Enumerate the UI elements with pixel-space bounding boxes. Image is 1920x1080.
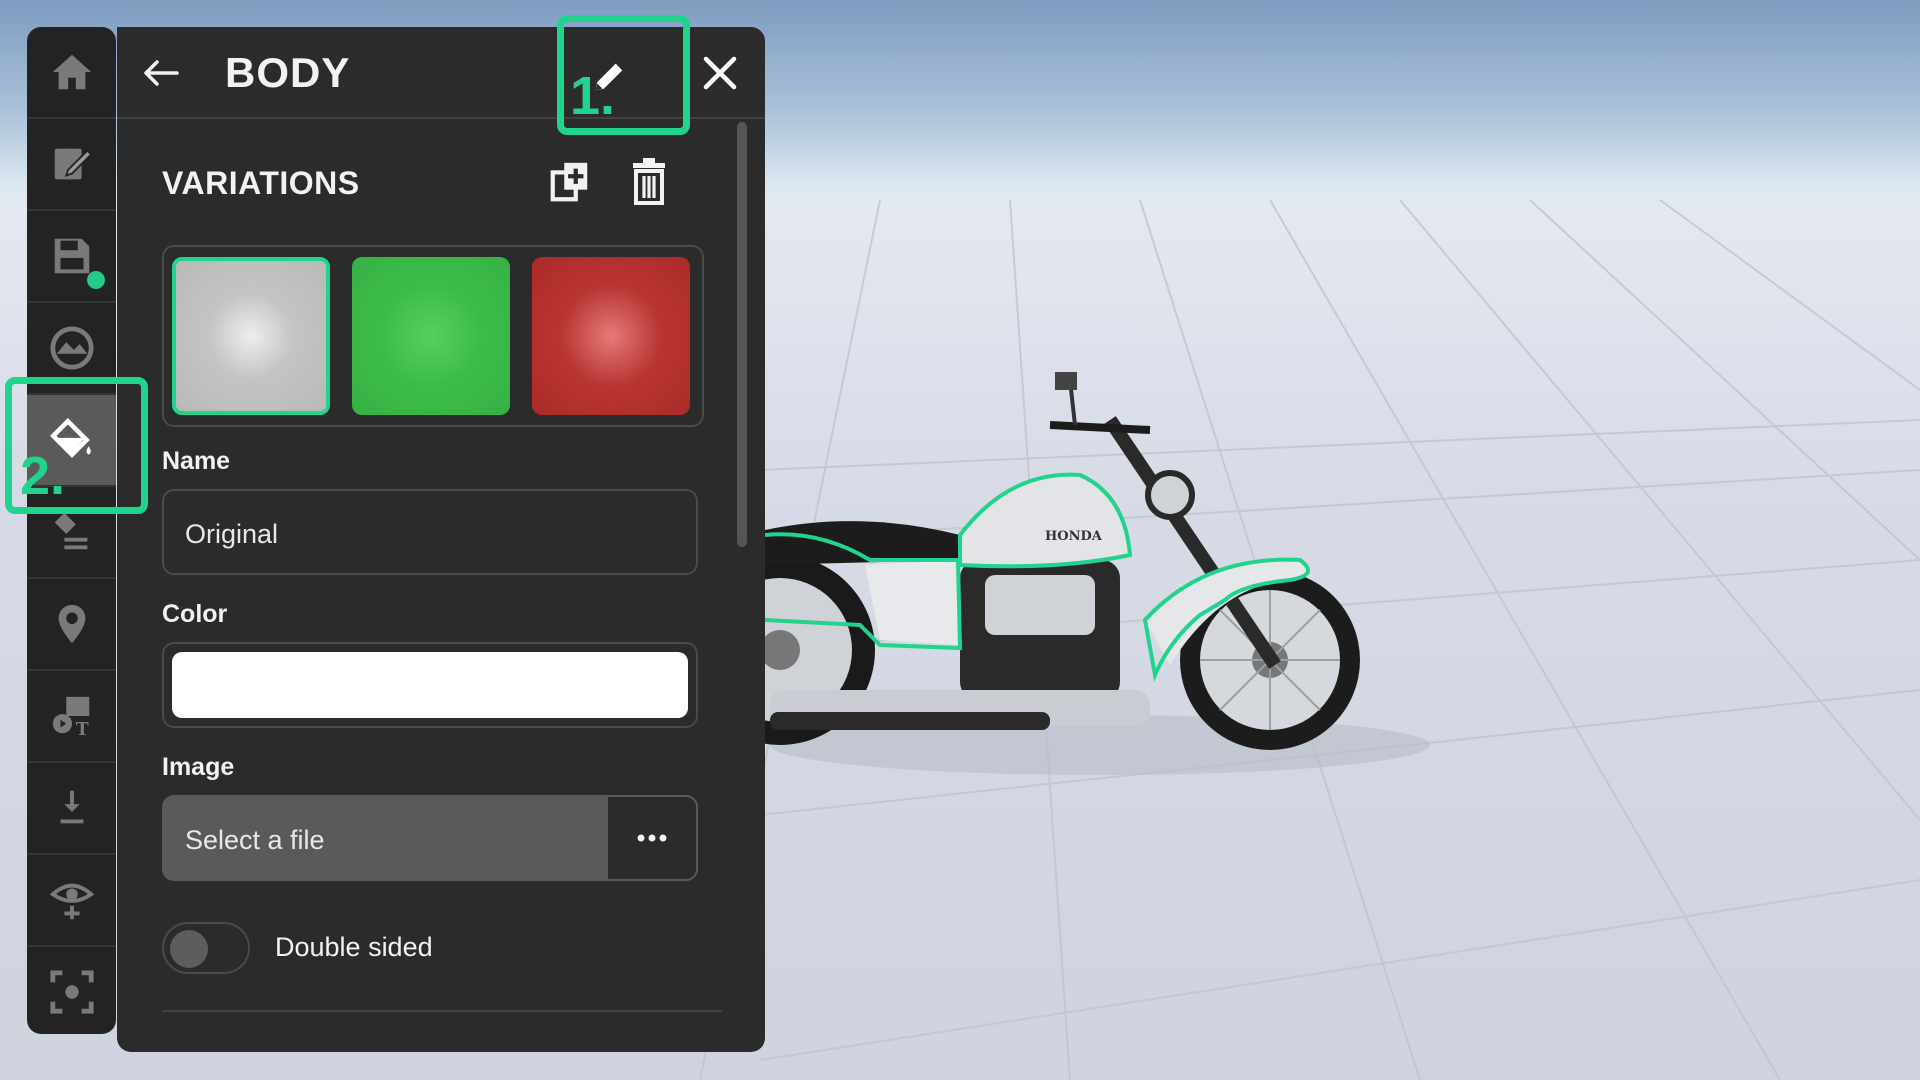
download-button[interactable]: [27, 763, 116, 853]
step-2-number: 2.: [20, 446, 66, 506]
focus-icon: [49, 970, 94, 1014]
panel-title: BODY: [225, 49, 351, 96]
motorcycle-model: HONDA: [685, 372, 1430, 775]
duplicate-variation-icon[interactable]: [547, 159, 593, 205]
section-divider: [162, 1010, 722, 1012]
double-sided-label: Double sided: [275, 932, 433, 962]
environment-icon: [49, 326, 94, 370]
image-file-value: Select a file: [185, 825, 325, 855]
more-dots-icon: [637, 834, 667, 842]
save-button[interactable]: [27, 211, 116, 301]
color-field[interactable]: [162, 642, 698, 728]
material-properties-panel: BODY VARIATIONS Name Original Color Imag…: [117, 27, 765, 1052]
step-1-number: 1.: [570, 66, 616, 126]
double-sided-toggle[interactable]: [162, 922, 250, 974]
home-icon: [52, 54, 91, 90]
location-pin-icon: [58, 604, 85, 644]
visibility-button[interactable]: [27, 855, 116, 945]
home-button[interactable]: [27, 27, 116, 117]
svg-text:T: T: [75, 720, 88, 739]
material-layers-icon: [54, 512, 87, 550]
panel-scrollbar[interactable]: [737, 122, 747, 547]
name-field[interactable]: Original: [162, 489, 698, 575]
variation-swatches: [162, 245, 704, 427]
save-icon: [54, 238, 89, 274]
location-button[interactable]: [27, 579, 116, 669]
edit-button[interactable]: [27, 119, 116, 209]
variation-swatch-green[interactable]: [352, 257, 510, 415]
image-file-picker[interactable]: Select a file: [162, 795, 698, 881]
variation-swatch-red[interactable]: [532, 257, 690, 415]
media-icon: T: [52, 696, 89, 739]
image-label: Image: [162, 753, 235, 781]
edit-icon: [54, 148, 93, 180]
honda-badge: HONDA: [1045, 529, 1103, 544]
variation-swatch-original[interactable]: [172, 257, 330, 415]
variations-heading: VARIATIONS: [162, 165, 360, 201]
download-icon: [60, 790, 83, 824]
media-button[interactable]: T: [27, 671, 116, 761]
visibility-icon: [49, 883, 94, 920]
back-arrow-icon[interactable]: [141, 57, 181, 89]
color-preview[interactable]: [172, 652, 688, 718]
close-icon[interactable]: [702, 55, 738, 91]
name-label: Name: [162, 447, 231, 475]
toggle-knob: [170, 930, 208, 968]
tool-rail: T: [27, 27, 116, 1034]
unsaved-indicator: [87, 271, 105, 289]
delete-variation-icon[interactable]: [627, 157, 671, 205]
color-label: Color: [162, 600, 228, 628]
browse-file-button[interactable]: [608, 797, 696, 879]
name-value: Original: [185, 519, 279, 549]
focus-button[interactable]: [27, 947, 116, 1037]
